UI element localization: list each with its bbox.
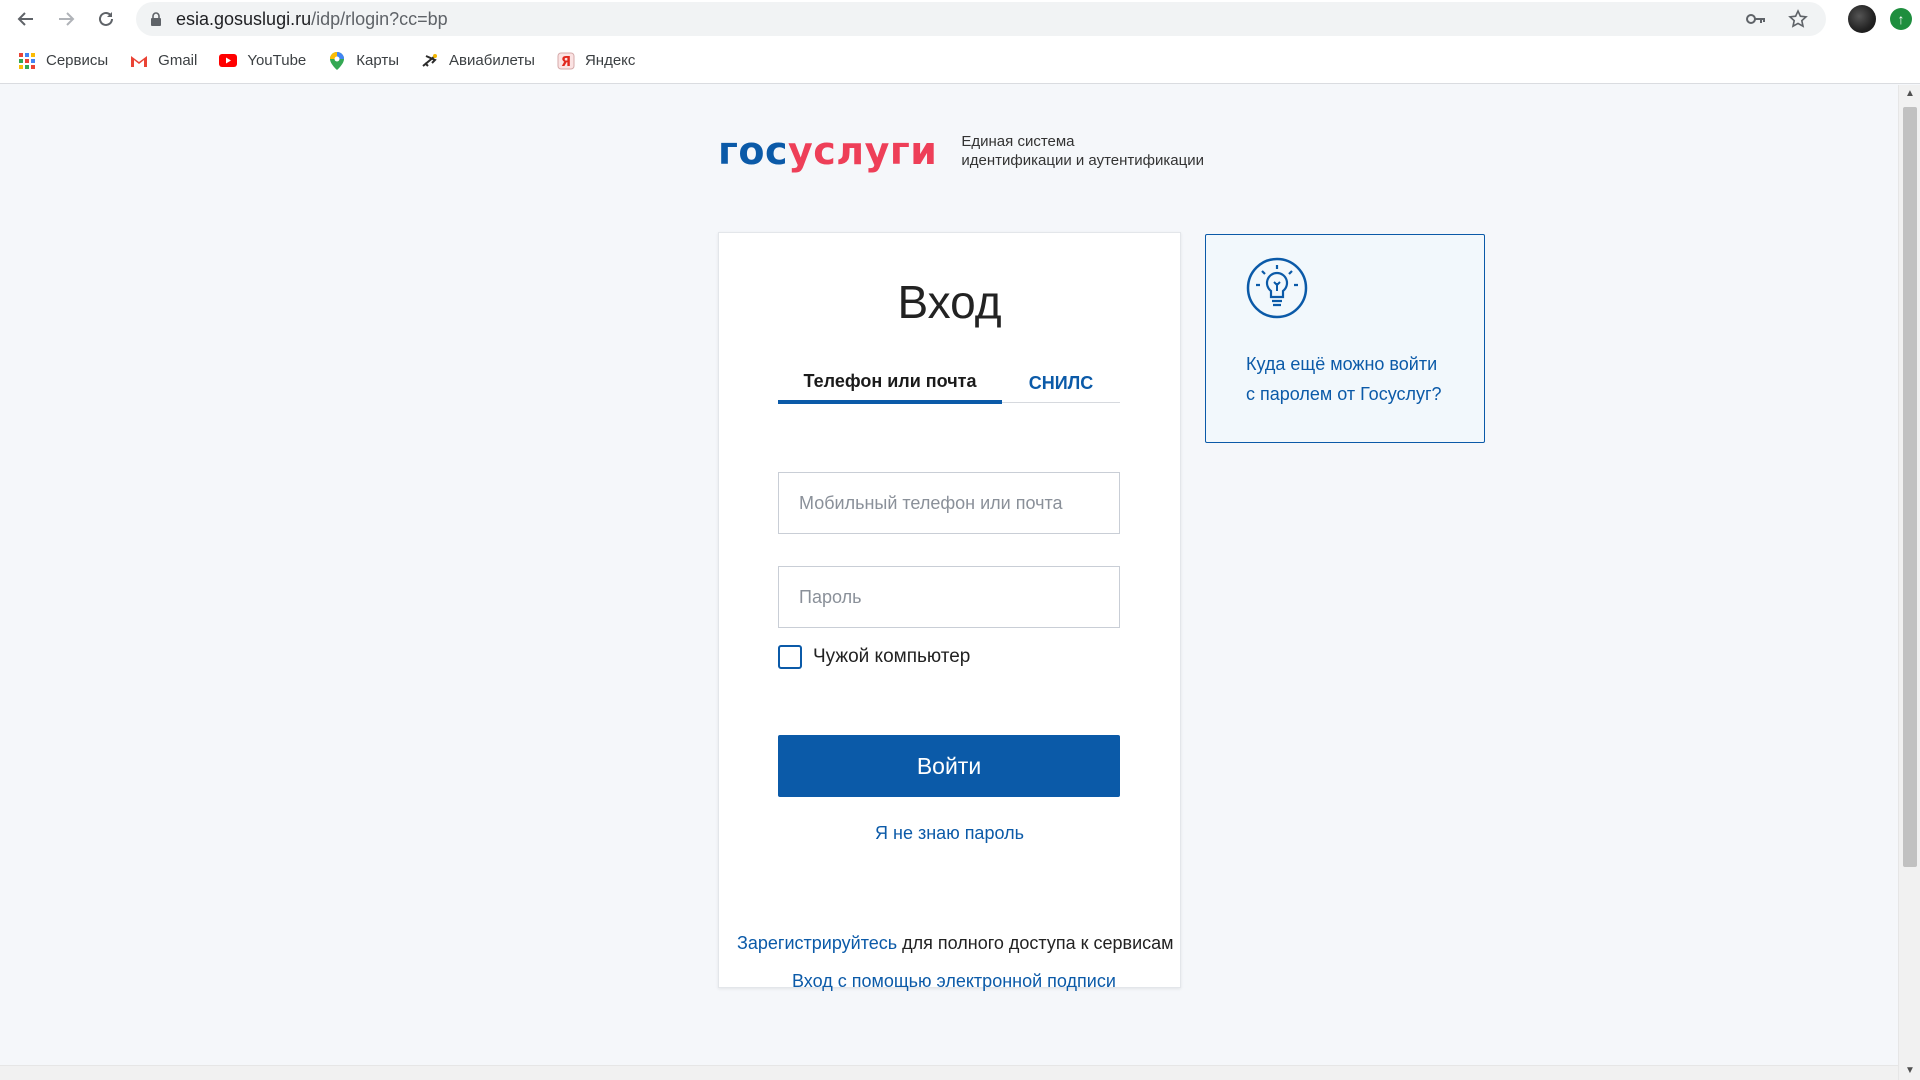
bookmarks-bar: Сервисы Gmail YouTube Карты Авиабилеты Я… <box>0 38 1920 84</box>
gosuslugi-logo[interactable]: госуслуги <box>718 129 937 173</box>
register-line: Зарегистрируйтесь для полного доступа к … <box>737 933 1174 954</box>
browser-toolbar: esia.gosuslugi.ru/idp/rlogin?cc=bp ↑ <box>0 0 1920 38</box>
url-path: /idp/rlogin?cc=bp <box>311 8 448 29</box>
gmail-icon <box>130 52 148 70</box>
password-input[interactable] <box>778 566 1120 628</box>
foreign-computer-option[interactable]: Чужой компьютер <box>778 645 970 669</box>
bookmark-label: Карты <box>356 52 400 69</box>
back-button[interactable] <box>6 0 46 38</box>
login-card: Вход Телефон или почта СНИЛС Чужой компь… <box>718 232 1181 988</box>
login-button[interactable]: Войти <box>778 735 1120 797</box>
maps-pin-icon <box>328 51 346 70</box>
bookmark-gmail[interactable]: Gmail <box>130 52 197 70</box>
scroll-down-icon[interactable]: ▼ <box>1899 1062 1920 1080</box>
url-text: esia.gosuslugi.ru/idp/rlogin?cc=bp <box>176 9 448 30</box>
other-services-line1: Куда ещё можно войти <box>1246 354 1438 374</box>
reload-icon <box>99 11 113 26</box>
bookmark-yandex[interactable]: Я Яндекс <box>557 52 635 70</box>
register-description: для полного доступа к сервисам <box>897 933 1174 953</box>
arrow-right-icon <box>59 12 75 26</box>
key-icon[interactable] <box>1746 13 1766 25</box>
forgot-password-link[interactable]: Я не знаю пароль <box>719 823 1180 844</box>
login-tabs: Телефон или почта СНИЛС <box>778 363 1120 404</box>
bookmark-label: Сервисы <box>46 52 109 69</box>
gosuslugi-header: госуслуги Единая система идентификации и… <box>718 129 1204 173</box>
bookmark-label: Яндекс <box>584 52 636 69</box>
other-services-line2: с паролем от Госуслуг? <box>1246 384 1442 404</box>
url-host: esia.gosuslugi.ru <box>176 8 312 29</box>
star-icon[interactable] <box>1788 9 1808 29</box>
vertical-scrollbar[interactable]: ▲ ▼ <box>1898 85 1920 1080</box>
svg-text:Я: Я <box>561 55 571 70</box>
scroll-thumb[interactable] <box>1903 107 1917 867</box>
bookmark-services[interactable]: Сервисы <box>18 52 108 70</box>
plane-icon <box>421 52 439 70</box>
youtube-icon <box>219 52 238 70</box>
checkbox-label: Чужой компьютер <box>813 646 971 667</box>
bookmark-label: Авиабилеты <box>449 52 535 69</box>
logo-subtitle: Единая система идентификации и аутентифи… <box>961 132 1204 170</box>
lock-icon <box>151 12 161 26</box>
page-content: госуслуги Единая система идентификации и… <box>0 85 1898 1065</box>
bookmark-avia[interactable]: Авиабилеты <box>421 52 535 70</box>
yandex-icon: Я <box>557 52 575 70</box>
login-input[interactable] <box>778 472 1120 534</box>
bookmark-label: Gmail <box>158 52 198 69</box>
logo-subtitle-line1: Единая система <box>961 133 1075 150</box>
lightbulb-icon <box>1246 257 1308 319</box>
horizontal-scrollbar[interactable] <box>0 1065 1898 1080</box>
bookmark-youtube[interactable]: YouTube <box>219 52 306 70</box>
reload-button[interactable] <box>86 0 126 38</box>
arrow-left-icon <box>17 12 33 26</box>
tab-phone-or-email[interactable]: Телефон или почта <box>778 363 1002 404</box>
tab-snils[interactable]: СНИЛС <box>1002 363 1120 403</box>
forward-button[interactable] <box>46 0 86 38</box>
update-arrow-icon[interactable]: ↑ <box>1890 8 1912 30</box>
bookmark-label: YouTube <box>247 52 307 69</box>
register-link[interactable]: Зарегистрируйтесь <box>737 933 897 953</box>
apps-grid-icon <box>18 52 36 70</box>
bookmark-maps[interactable]: Карты <box>328 51 400 70</box>
other-services-card[interactable]: Куда ещё можно войти с паролем от Госусл… <box>1205 234 1485 443</box>
address-bar[interactable]: esia.gosuslugi.ru/idp/rlogin?cc=bp <box>136 2 1826 36</box>
esign-login-link[interactable]: Вход с помощью электронной подписи <box>792 971 1116 992</box>
scroll-up-icon[interactable]: ▲ <box>1899 85 1920 103</box>
logo-subtitle-line2: идентификации и аутентификации <box>961 152 1204 169</box>
other-services-text[interactable]: Куда ещё можно войти с паролем от Госусл… <box>1246 349 1476 409</box>
login-title: Вход <box>897 276 1002 328</box>
foreign-computer-checkbox[interactable] <box>778 645 802 669</box>
profile-avatar[interactable] <box>1848 5 1876 33</box>
